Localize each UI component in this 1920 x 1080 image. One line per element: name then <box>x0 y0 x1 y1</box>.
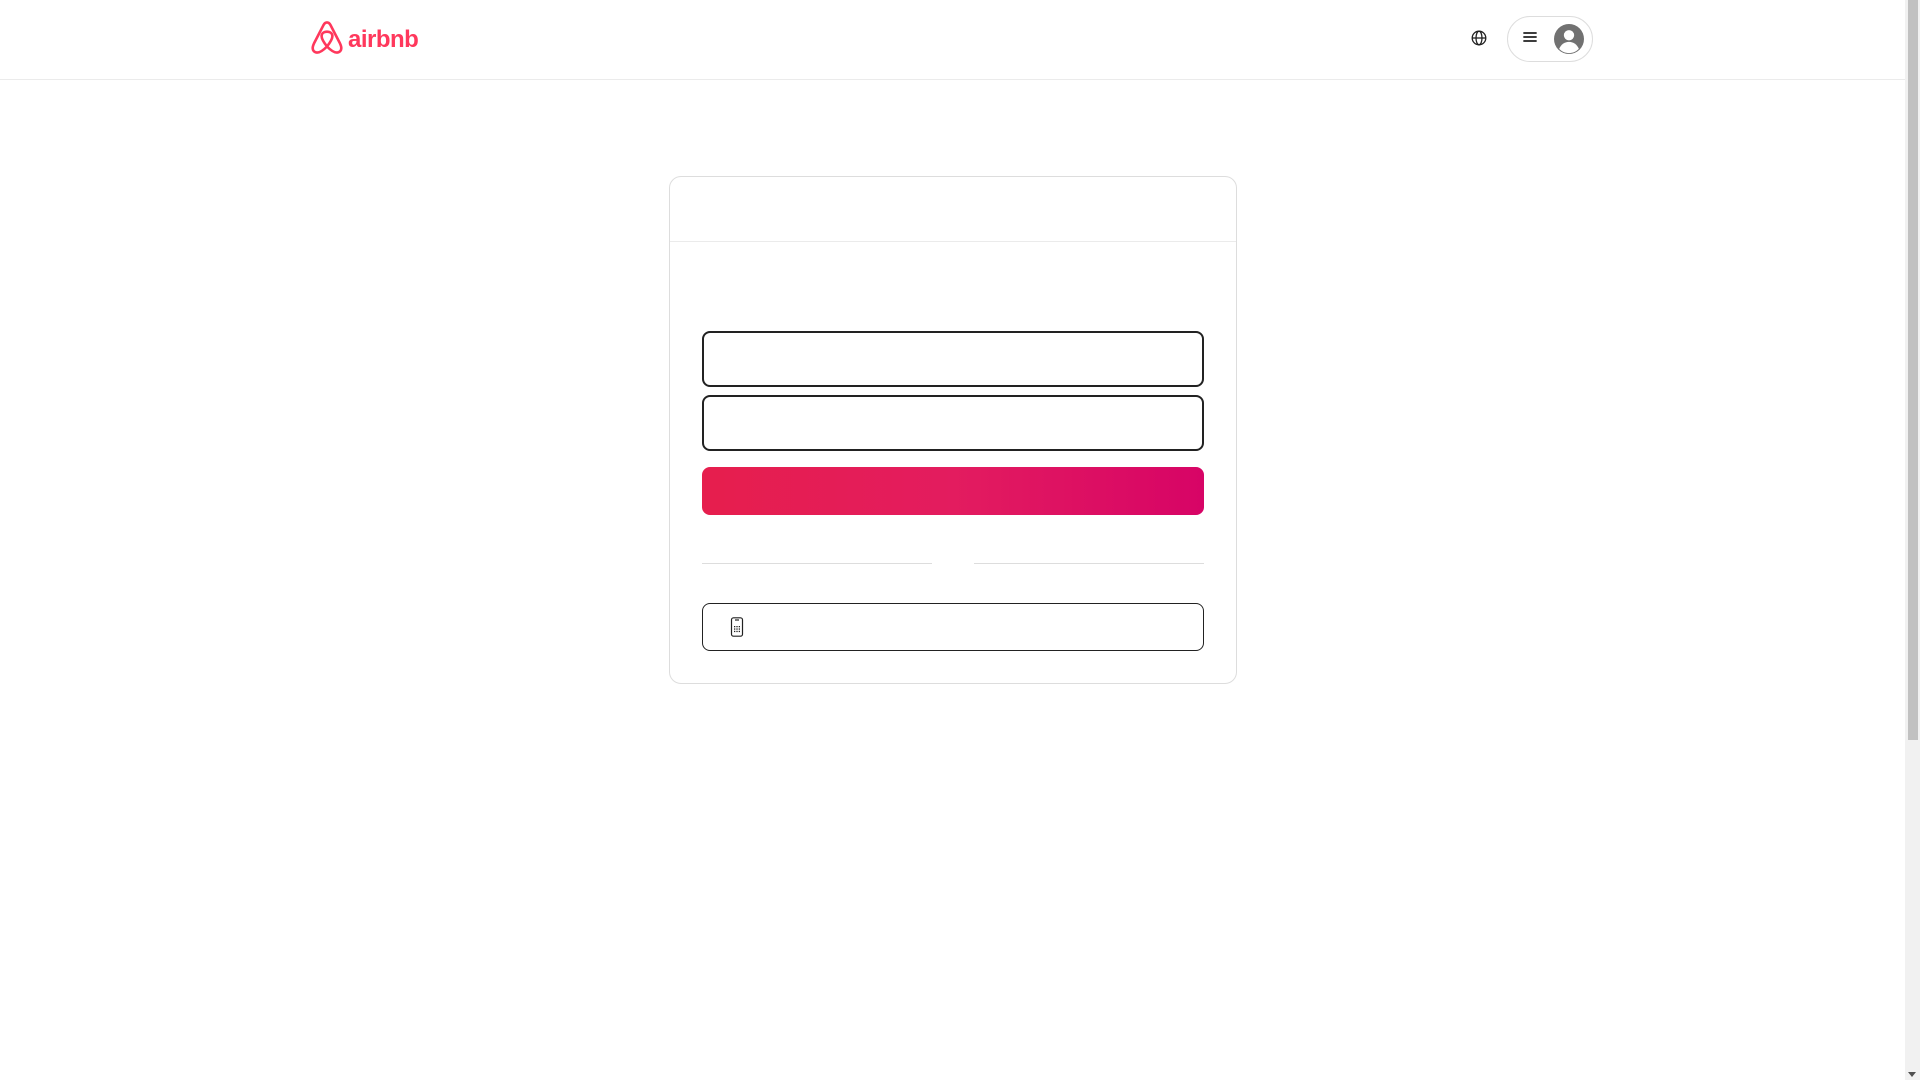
airbnb-belo-icon <box>311 20 343 60</box>
hamburger-icon <box>1522 29 1538 50</box>
login-card <box>669 176 1237 684</box>
vertical-scrollbar[interactable] <box>1905 0 1920 1080</box>
divider-line-right <box>974 563 1204 564</box>
scroll-down-arrow-icon[interactable] <box>1908 1072 1916 1077</box>
globe-icon <box>1471 30 1487 51</box>
divider-line-left <box>702 563 932 564</box>
scrollbar-thumb[interactable] <box>1908 0 1918 740</box>
continue-button[interactable] <box>702 467 1204 515</box>
password-field[interactable] <box>702 395 1204 451</box>
email-field[interactable] <box>702 331 1204 387</box>
continue-with-phone-button[interactable] <box>702 603 1204 651</box>
page: airbnb <box>0 0 1920 1080</box>
top-header: airbnb <box>0 0 1905 80</box>
language-button[interactable] <box>1459 20 1499 60</box>
logo-wordmark: airbnb <box>348 26 419 53</box>
user-menu-button[interactable] <box>1507 16 1593 62</box>
user-avatar-icon <box>1553 23 1585 55</box>
mobile-phone-icon <box>729 617 745 637</box>
login-card-header <box>670 177 1236 242</box>
airbnb-logo[interactable]: airbnb <box>311 20 419 60</box>
